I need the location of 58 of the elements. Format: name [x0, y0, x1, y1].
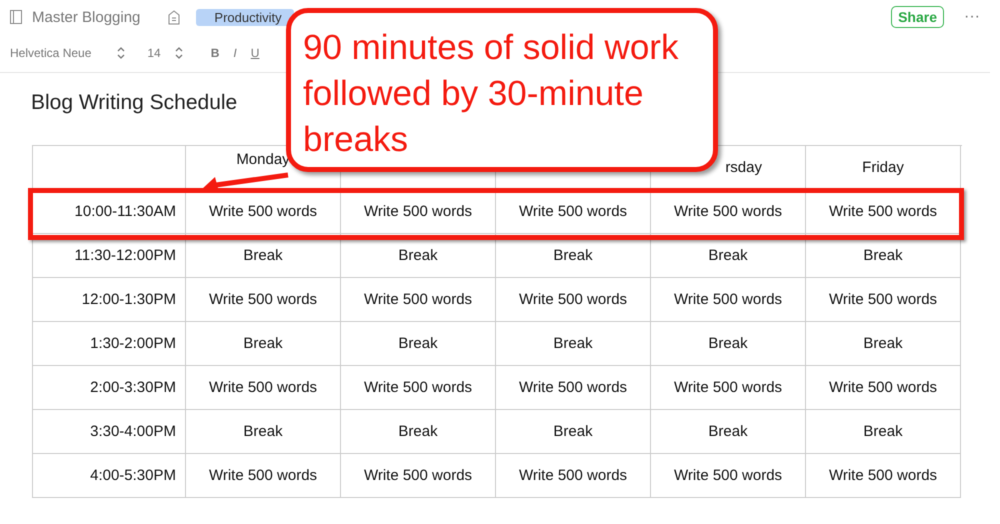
table-cell: Write 500 words — [341, 366, 496, 410]
table-cell: Write 500 words — [186, 454, 341, 498]
font-select[interactable]: Helvetica Neue — [10, 46, 92, 60]
share-button[interactable]: Share — [891, 6, 944, 28]
time-cell: 1:30-2:00PM — [33, 322, 186, 366]
tag-icon[interactable] — [168, 10, 180, 24]
table-cell: Write 500 words — [651, 454, 806, 498]
table-cell: Break — [186, 234, 341, 278]
bold-button[interactable]: B — [210, 46, 220, 60]
italic-button[interactable]: I — [233, 46, 237, 60]
table-cell: Break — [651, 322, 806, 366]
table-cell: Break — [496, 234, 651, 278]
time-cell: 11:30-12:00PM — [33, 234, 186, 278]
table-cell: Break — [651, 234, 806, 278]
time-cell: 10:00-11:30AM — [33, 190, 186, 234]
time-cell: 12:00-1:30PM — [33, 278, 186, 322]
notebook-name[interactable]: Master Blogging — [32, 8, 140, 26]
notebook-icon — [10, 10, 22, 24]
stepper-icon[interactable] — [117, 47, 126, 59]
table-cell: Break — [651, 410, 806, 454]
table-cell: Break — [186, 322, 341, 366]
tag[interactable]: Productivity — [196, 8, 294, 26]
table-cell: Write 500 words — [341, 278, 496, 322]
table-cell: Write 500 words — [651, 190, 806, 234]
more-button[interactable]: ··· — [964, 8, 980, 26]
size-select[interactable]: 14 — [147, 46, 161, 60]
note-title: Blog Writing Schedule — [31, 91, 238, 116]
table-cell: Write 500 words — [496, 366, 651, 410]
header-cell: Friday — [806, 146, 961, 190]
table-cell: Write 500 words — [806, 366, 961, 410]
table-cell: Write 500 words — [341, 190, 496, 234]
table-cell: Write 500 words — [806, 190, 961, 234]
table-cell: Write 500 words — [186, 278, 341, 322]
table-cell: Break — [186, 410, 341, 454]
table-cell: Write 500 words — [496, 454, 651, 498]
table-cell: Write 500 words — [806, 454, 961, 498]
table-cell: Break — [806, 234, 961, 278]
table-cell: Write 500 words — [651, 278, 806, 322]
table-cell: Write 500 words — [186, 366, 341, 410]
callout-text: 90 minutes of solid work — [303, 27, 680, 69]
callout-text: followed by 30-minute — [303, 73, 644, 115]
table-cell: Write 500 words — [651, 366, 806, 410]
table-cell: Write 500 words — [496, 278, 651, 322]
table-cell: Write 500 words — [341, 454, 496, 498]
table-cell: Break — [496, 322, 651, 366]
table-cell: Break — [341, 234, 496, 278]
table-cell: Break — [806, 322, 961, 366]
table-cell: Break — [341, 410, 496, 454]
table-cell: Break — [496, 410, 651, 454]
time-cell: 3:30-4:00PM — [33, 410, 186, 454]
table-cell: Break — [806, 410, 961, 454]
time-cell: 2:00-3:30PM — [33, 366, 186, 410]
table-cell: Write 500 words — [806, 278, 961, 322]
table-cell: Break — [341, 322, 496, 366]
table-cell: Write 500 words — [496, 190, 651, 234]
stepper-icon[interactable] — [174, 47, 183, 59]
time-cell: 4:00-5:30PM — [33, 454, 186, 498]
underline-button[interactable]: U — [250, 46, 260, 60]
